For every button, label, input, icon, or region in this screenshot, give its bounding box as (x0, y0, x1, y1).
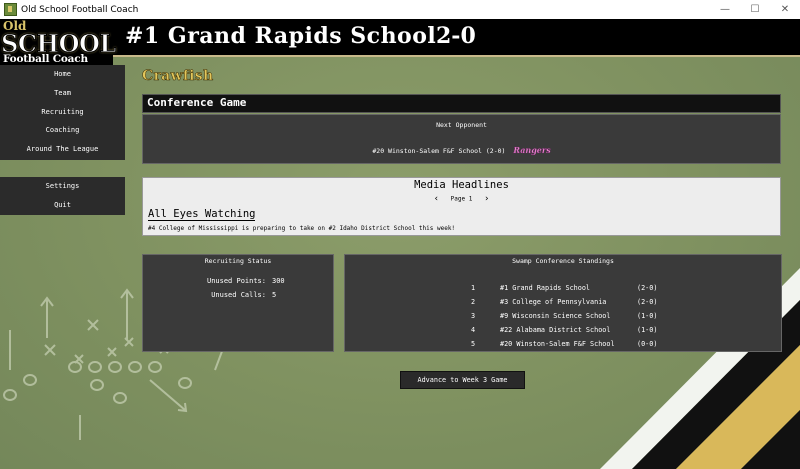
maximize-button[interactable]: ☐ (740, 0, 770, 19)
media-headline: All Eyes Watching (148, 208, 256, 221)
app-window: Old School Football Coach — ☐ ✕ #1 Grand… (0, 0, 800, 469)
standings-row[interactable]: 4 #22 Alabama District School (1-0) (345, 326, 781, 338)
standings-team: #20 Winston-Salem F&F School (500, 340, 615, 348)
sidebar-item-around-the-league[interactable]: Around The League (0, 140, 125, 159)
header-divider (113, 55, 800, 57)
standings-team: #22 Alabama District School (500, 326, 611, 334)
media-page-label: Page 1 (450, 195, 473, 203)
app-logo: Old SCHOOL Football Coach (0, 19, 117, 67)
sidebar-item-coaching[interactable]: Coaching (0, 121, 125, 140)
advance-week-button[interactable]: Advance to Week 3 Game (400, 371, 525, 389)
unused-points-value: 300 (272, 277, 285, 285)
standings-record: (0-0) (637, 340, 658, 348)
sidebar-item-settings[interactable]: Settings (0, 177, 125, 196)
standings-record: (1-0) (637, 312, 658, 320)
window-title: Old School Football Coach (21, 4, 139, 15)
school-record: 2-0 (436, 23, 476, 49)
conference-game-title: Conference Game (147, 96, 247, 109)
standings-row[interactable]: 3 #9 Wisconsin Science School (1-0) (345, 312, 781, 324)
standings-team: #9 Wisconsin Science School (500, 312, 611, 320)
media-headlines-panel: Media Headlines ‹ Page 1 › All Eyes Watc… (142, 177, 781, 236)
standings-row[interactable]: 5 #20 Winston-Salem F&F School (0-0) (345, 340, 781, 352)
standings-rank: 1 (471, 284, 476, 292)
next-opponent-label: Next Opponent (436, 121, 487, 129)
media-headline-text: #4 College of Mississippi is preparing t… (148, 225, 456, 232)
standings-row[interactable]: 1 #1 Grand Rapids School (2-0) (345, 284, 781, 296)
chevron-right-icon[interactable]: › (476, 194, 497, 204)
sidebar-secondary-nav: Settings Quit (0, 177, 125, 215)
standings-record: (2-0) (637, 284, 658, 292)
unused-points-label: Unused Points: (206, 277, 266, 285)
conference-standings-panel: Swamp Conference Standings 1 #1 Grand Ra… (344, 254, 782, 352)
next-opponent-row: #20 Winston-Salem F&F School (2-0) Range… (143, 145, 780, 155)
standings-rank: 3 (471, 312, 476, 320)
sidebar-item-recruiting[interactable]: Recruiting (0, 103, 125, 122)
opponent-team-logo: Rangers (513, 145, 551, 155)
standings-rank: 4 (471, 326, 476, 334)
window-titlebar: Old School Football Coach — ☐ ✕ (0, 0, 800, 19)
minimize-button[interactable]: — (710, 0, 740, 19)
media-pager: ‹ Page 1 › (143, 194, 780, 204)
standings-record: (2-0) (637, 298, 658, 306)
sidebar-item-home[interactable]: Home (0, 65, 125, 84)
close-button[interactable]: ✕ (770, 0, 800, 19)
next-opponent-panel: Next Opponent #20 Winston-Salem F&F Scho… (142, 114, 781, 164)
recruiting-status-panel: Recruiting Status Unused Points: 300 Unu… (142, 254, 334, 352)
standings-rank: 5 (471, 340, 476, 348)
standings-team: #1 Grand Rapids School (500, 284, 591, 292)
standings-row[interactable]: 2 #3 College of Pennsylvania (2-0) (345, 298, 781, 310)
sidebar-item-team[interactable]: Team (0, 84, 125, 103)
unused-calls-value: 5 (272, 291, 277, 299)
recruiting-status-title: Recruiting Status (204, 257, 272, 265)
standings-record: (1-0) (637, 326, 658, 334)
team-nickname: Crawfish (142, 68, 214, 85)
conference-game-header: Conference Game (142, 94, 781, 113)
next-opponent-name[interactable]: #20 Winston-Salem F&F School (2-0) (372, 147, 505, 155)
media-headlines-title: Media Headlines (414, 179, 509, 191)
sidebar-item-quit[interactable]: Quit (0, 196, 125, 215)
app-icon (4, 3, 17, 16)
standings-team: #3 College of Pennsylvania (500, 298, 607, 306)
standings-rank: 2 (471, 298, 476, 306)
unused-calls-label: Unused Calls: (211, 291, 266, 299)
chevron-left-icon[interactable]: ‹ (426, 194, 447, 204)
school-title: #1 Grand Rapids School (125, 23, 437, 49)
logo-line-3: Football Coach (3, 53, 88, 65)
sidebar-nav: Home Team Recruiting Coaching Around The… (0, 65, 125, 160)
conference-standings-title: Swamp Conference Standings (512, 257, 614, 265)
